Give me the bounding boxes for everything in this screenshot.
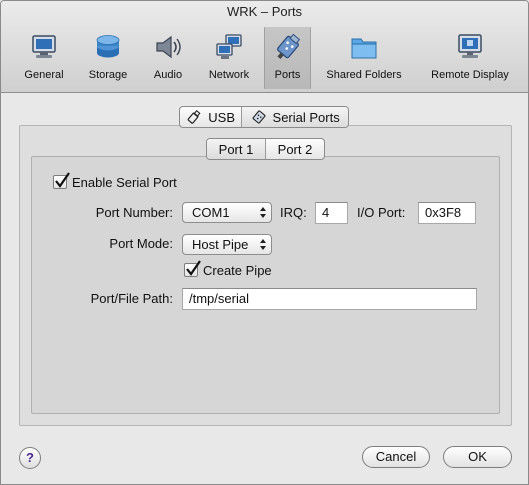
toolbar-item-label: Network [208, 69, 250, 81]
window-title: WRK – Ports [226, 4, 303, 19]
toolbar-item-label: Storage [88, 69, 128, 81]
titlebar-toolbar: WRK – Ports General Storage Audio Networ… [1, 1, 528, 93]
stepper-arrows-icon [260, 207, 266, 218]
toolbar-item-label: Remote Display [431, 69, 509, 81]
checkmark-icon [55, 172, 70, 188]
toolbar-item-general[interactable]: General [15, 27, 73, 89]
tab-port-1[interactable]: Port 1 [207, 139, 265, 159]
help-button[interactable]: ? [19, 447, 41, 469]
serial-port-icon [252, 110, 265, 124]
tab-port-2[interactable]: Port 2 [265, 139, 324, 159]
toolbar-item-audio[interactable]: Audio [143, 27, 193, 89]
cancel-button[interactable]: Cancel [362, 446, 430, 468]
speaker-icon [156, 35, 181, 59]
ok-button[interactable]: OK [443, 446, 512, 468]
port-number-label: Port Number: [95, 205, 173, 220]
folder-icon [351, 38, 377, 59]
irq-field[interactable]: 4 [315, 202, 348, 224]
port-path-field[interactable]: /tmp/serial [182, 288, 477, 310]
toolbar-item-ports[interactable]: Ports [264, 27, 311, 89]
io-port-field[interactable]: 0x3F8 [418, 202, 476, 224]
disk-stack-icon [96, 35, 120, 58]
toolbar-item-storage[interactable]: Storage [79, 27, 137, 89]
enable-serial-port-checkbox[interactable] [53, 172, 70, 189]
network-icon [216, 34, 242, 59]
tab-serial-ports-label: Serial Ports [272, 109, 340, 125]
toolbar-item-label: Ports [274, 69, 301, 81]
port-mode-value: Host Pipe [192, 237, 249, 252]
settings-window: WRK – Ports General Storage Audio Networ… [0, 0, 529, 485]
ports-icon [276, 33, 300, 60]
toolbar-item-label: Audio [153, 69, 183, 81]
stepper-arrows-icon [260, 239, 266, 250]
toolbar-item-label: General [24, 69, 64, 81]
enable-serial-port-label: Enable Serial Port [72, 175, 177, 190]
port-mode-label: Port Mode: [109, 236, 173, 251]
toolbar-item-network[interactable]: Network [199, 27, 259, 89]
create-pipe-label: Create Pipe [203, 263, 272, 278]
usb-icon [187, 109, 201, 124]
device-tabs: USB Serial Ports [179, 106, 349, 128]
toolbar-item-remote-display[interactable]: Remote Display [421, 27, 519, 89]
port-tabs: Port 1 Port 2 [206, 138, 325, 160]
monitor-icon [32, 35, 56, 58]
tab-usb[interactable]: USB [180, 107, 241, 127]
remote-display-icon [458, 34, 482, 58]
toolbar-item-shared-folders[interactable]: Shared Folders [317, 27, 411, 89]
port-path-label: Port/File Path: [90, 291, 173, 306]
tab-usb-label: USB [208, 109, 235, 125]
checkmark-icon [186, 260, 201, 276]
tab-serial-ports[interactable]: Serial Ports [241, 107, 348, 127]
tab-port-1-label: Port 1 [218, 141, 254, 157]
port-number-value: COM1 [192, 205, 230, 220]
port-number-select[interactable]: COM1 [182, 202, 272, 223]
toolbar-item-label: Shared Folders [326, 69, 402, 81]
tab-port-2-label: Port 2 [277, 141, 313, 157]
irq-label: IRQ: [280, 205, 307, 220]
port-settings-panel [31, 156, 500, 414]
create-pipe-checkbox[interactable] [184, 260, 201, 277]
port-mode-select[interactable]: Host Pipe [182, 234, 272, 255]
io-port-label: I/O Port: [357, 205, 406, 220]
